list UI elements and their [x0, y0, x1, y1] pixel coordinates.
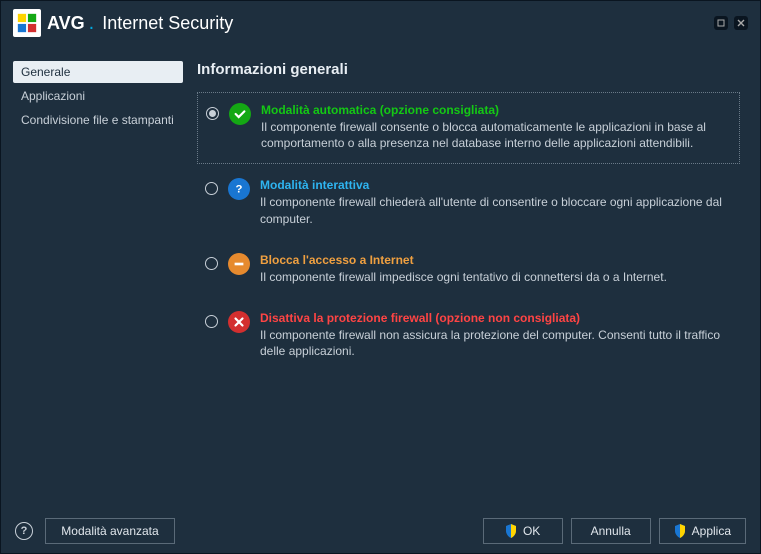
product-name: Internet Security — [102, 13, 233, 34]
option-desc: Il componente firewall impedisce ogni te… — [260, 269, 732, 285]
sidebar-item-label: Applicazioni — [21, 89, 85, 103]
help-button[interactable]: ? — [15, 522, 33, 540]
option-title: Disattiva la protezione firewall (opzion… — [260, 311, 732, 325]
option-title: Modalità automatica (opzione consigliata… — [261, 103, 731, 117]
sidebar-item-file-sharing[interactable]: Condivisione file e stampanti — [13, 109, 197, 131]
ok-button[interactable]: OK — [483, 518, 563, 544]
sidebar-item-general[interactable]: Generale — [13, 61, 183, 83]
radio-disable[interactable] — [205, 315, 218, 328]
radio-automatic[interactable] — [206, 107, 219, 120]
close-button[interactable] — [734, 16, 748, 30]
option-title: Modalità interattiva — [260, 178, 732, 192]
sidebar: Generale Applicazioni Condivisione file … — [1, 45, 197, 509]
option-block[interactable]: Blocca l'accesso a Internet Il component… — [197, 243, 740, 297]
main-panel: Informazioni generali Modalità automatic… — [197, 45, 760, 509]
brand-text: AVG — [47, 13, 85, 34]
cross-icon — [228, 311, 250, 333]
sidebar-item-label: Generale — [21, 65, 70, 79]
question-icon: ? — [228, 178, 250, 200]
advanced-mode-button[interactable]: Modalità avanzata — [45, 518, 175, 544]
minus-icon — [228, 253, 250, 275]
shield-icon — [674, 524, 686, 538]
minimize-button[interactable] — [714, 16, 728, 30]
avg-logo — [13, 9, 41, 37]
apply-button[interactable]: Applica — [659, 518, 746, 544]
option-desc: Il componente firewall consente o blocca… — [261, 119, 731, 151]
title-bar: AVG . Internet Security — [1, 1, 760, 45]
option-interactive[interactable]: ? Modalità interattiva Il componente fir… — [197, 168, 740, 238]
option-automatic[interactable]: Modalità automatica (opzione consigliata… — [197, 92, 740, 164]
radio-interactive[interactable] — [205, 182, 218, 195]
shield-icon — [505, 524, 517, 538]
footer: ? Modalità avanzata OK Annulla Applica — [1, 509, 760, 553]
cancel-button[interactable]: Annulla — [571, 518, 651, 544]
radio-block[interactable] — [205, 257, 218, 270]
svg-text:?: ? — [236, 184, 243, 196]
option-disable[interactable]: Disattiva la protezione firewall (opzion… — [197, 301, 740, 371]
option-title: Blocca l'accesso a Internet — [260, 253, 732, 267]
sidebar-item-applications[interactable]: Applicazioni — [13, 85, 197, 107]
brand-dot: . — [89, 12, 95, 35]
page-title: Informazioni generali — [197, 61, 740, 78]
option-desc: Il componente firewall chiederà all'uten… — [260, 194, 732, 226]
option-desc: Il componente firewall non assicura la p… — [260, 327, 732, 359]
sidebar-item-label: Condivisione file e stampanti — [21, 113, 174, 127]
check-icon — [229, 103, 251, 125]
